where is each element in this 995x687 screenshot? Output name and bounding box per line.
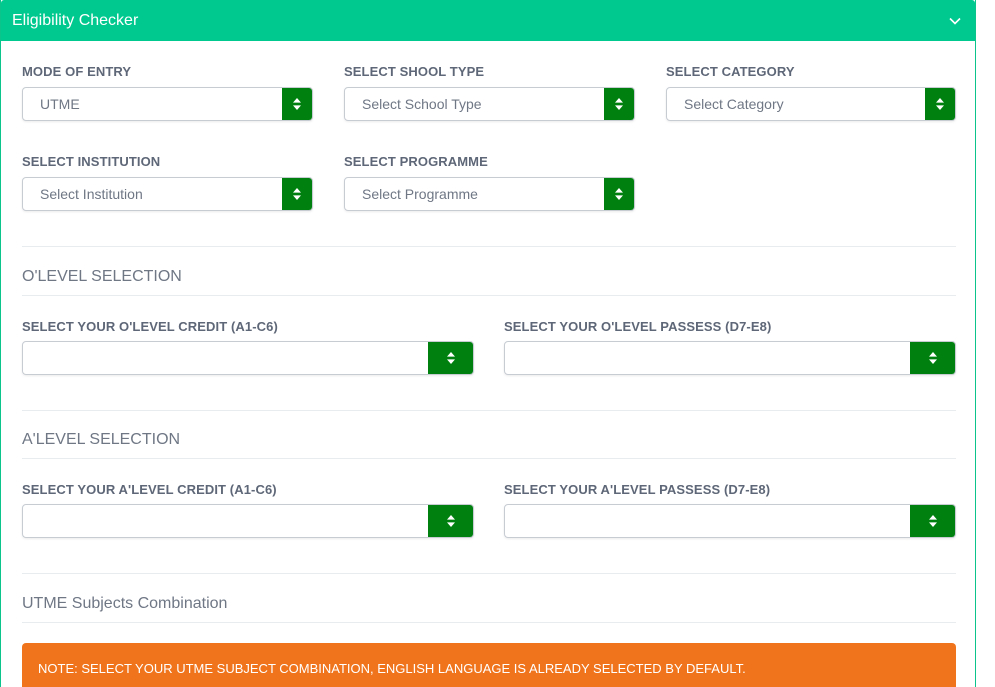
sort-arrows-icon bbox=[925, 88, 955, 120]
divider bbox=[22, 246, 956, 247]
olevel-section-title: O'LEVEL SELECTION bbox=[22, 268, 182, 285]
mode-of-entry-value: UTME bbox=[40, 96, 80, 112]
divider bbox=[22, 622, 956, 623]
category-select[interactable]: Select Category bbox=[666, 87, 956, 121]
utme-note-alert: NOTE: SELECT YOUR UTME SUBJECT COMBINATI… bbox=[22, 643, 956, 687]
divider bbox=[22, 295, 956, 296]
sort-arrows-icon bbox=[282, 88, 312, 120]
institution-select[interactable]: Select Institution bbox=[22, 177, 313, 211]
alevel-credit-label: SELECT YOUR A'LEVEL CREDIT (A1-C6) bbox=[22, 482, 277, 497]
utme-section-title: UTME Subjects Combination bbox=[22, 595, 228, 612]
category-value: Select Category bbox=[684, 96, 784, 112]
olevel-credit-label: SELECT YOUR O'LEVEL CREDIT (A1-C6) bbox=[22, 319, 278, 334]
sort-arrows-icon bbox=[604, 88, 634, 120]
eligibility-checker-panel: Eligibility Checker MODE OF ENTRY UTME S… bbox=[0, 0, 976, 687]
panel-header[interactable]: Eligibility Checker bbox=[1, 0, 975, 41]
divider bbox=[22, 458, 956, 459]
sort-arrows-icon bbox=[604, 178, 634, 210]
alevel-passes-label: SELECT YOUR A'LEVEL PASSESS (D7-E8) bbox=[504, 482, 771, 497]
divider bbox=[22, 410, 956, 411]
programme-select[interactable]: Select Programme bbox=[344, 177, 635, 211]
sort-arrows-icon bbox=[428, 342, 473, 374]
sort-arrows-icon bbox=[910, 342, 955, 374]
school-type-select[interactable]: Select School Type bbox=[344, 87, 635, 121]
programme-value: Select Programme bbox=[362, 186, 478, 202]
sort-arrows-icon bbox=[910, 505, 955, 537]
school-type-label: SELECT SHOOL TYPE bbox=[344, 64, 485, 79]
mode-of-entry-select[interactable]: UTME bbox=[22, 87, 313, 121]
olevel-credit-select[interactable] bbox=[22, 341, 474, 375]
alevel-section-title: A'LEVEL SELECTION bbox=[22, 431, 181, 448]
olevel-passes-select[interactable] bbox=[504, 341, 956, 375]
category-label: SELECT CATEGORY bbox=[666, 64, 795, 79]
alevel-credit-select[interactable] bbox=[22, 504, 474, 538]
alevel-passes-select[interactable] bbox=[504, 504, 956, 538]
panel-title: Eligibility Checker bbox=[12, 11, 139, 29]
olevel-passes-label: SELECT YOUR O'LEVEL PASSESS (D7-E8) bbox=[504, 319, 772, 334]
divider bbox=[22, 573, 956, 574]
chevron-down-icon[interactable] bbox=[947, 13, 963, 29]
sort-arrows-icon bbox=[282, 178, 312, 210]
institution-value: Select Institution bbox=[40, 186, 143, 202]
programme-label: SELECT PROGRAMME bbox=[344, 154, 488, 169]
school-type-value: Select School Type bbox=[362, 96, 482, 112]
institution-label: SELECT INSTITUTION bbox=[22, 154, 161, 169]
sort-arrows-icon bbox=[428, 505, 473, 537]
mode-of-entry-label: MODE OF ENTRY bbox=[22, 64, 132, 79]
